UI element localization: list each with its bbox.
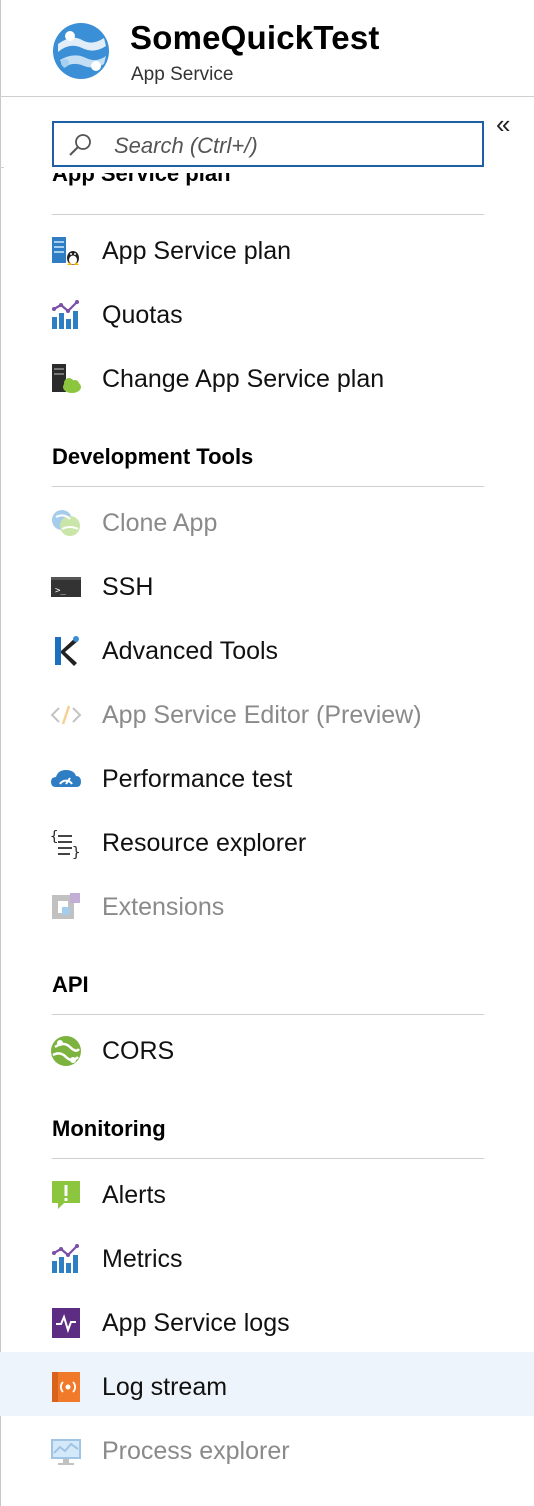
app-subtitle: App Service	[131, 64, 234, 85]
menu-item-label: Resource explorer	[102, 829, 307, 857]
svg-text:{: {	[50, 829, 58, 845]
app-service-globe-icon	[53, 23, 109, 79]
chart-icon	[52, 300, 79, 329]
header-divider-stub	[0, 97, 4, 168]
search-placeholder: Search (Ctrl+/)	[114, 133, 258, 158]
menu-item-clone-app[interactable]: Clone App	[0, 491, 534, 555]
terminal-icon: >_	[51, 577, 81, 597]
menu-item-resource-explorer[interactable]: { } Resource explorer	[0, 811, 534, 875]
menu-item-label: Quotas	[102, 301, 183, 329]
braces-list-icon: { }	[50, 829, 80, 859]
menu-item-app-service-logs[interactable]: App Service logs	[0, 1291, 534, 1355]
resource-menu: App Service plan App Service plan Quotas…	[0, 167, 534, 1506]
section-title-app-service-plan: App Service plan	[52, 167, 231, 186]
server-cloud-icon	[52, 364, 81, 393]
menu-item-ssh[interactable]: >_ SSH	[0, 555, 534, 619]
menu-item-advanced-tools[interactable]: Advanced Tools	[0, 619, 534, 683]
menu-item-quotas[interactable]: Quotas	[0, 283, 534, 347]
menu-item-label: App Service Editor (Preview)	[102, 701, 422, 729]
resource-header: SomeQuickTest App Service	[0, 0, 534, 97]
svg-text:}: }	[72, 845, 80, 859]
menu-item-label: Process explorer	[102, 1437, 290, 1465]
section-divider	[52, 1158, 484, 1159]
chart-icon	[52, 1244, 79, 1273]
menu-item-label: Clone App	[102, 509, 218, 537]
svg-text:>_: >_	[55, 586, 66, 596]
log-stream-icon	[52, 1372, 80, 1402]
menu-item-label: CORS	[102, 1037, 175, 1065]
search-icon	[69, 134, 91, 156]
menu-item-extensions[interactable]: Extensions	[0, 875, 534, 939]
app-title: SomeQuickTest	[130, 19, 380, 56]
menu-item-label: Extensions	[102, 893, 225, 921]
server-linux-icon	[52, 237, 79, 265]
menu-item-label: Change App Service plan	[102, 365, 385, 393]
menu-item-label: Metrics	[102, 1245, 183, 1273]
code-icon	[50, 705, 82, 725]
section-divider	[52, 1014, 484, 1015]
menu-item-label: Performance test	[102, 765, 293, 793]
menu-item-change-app-service-plan[interactable]: Change App Service plan	[0, 347, 534, 411]
cors-globe-icon	[51, 1036, 81, 1066]
monitor-icon	[51, 1439, 81, 1465]
cloud-gauge-icon	[51, 770, 81, 787]
menu-item-app-service-editor[interactable]: App Service Editor (Preview)	[0, 683, 534, 747]
section-title-api: API	[52, 972, 89, 997]
section-title-development-tools: Development Tools	[52, 444, 254, 469]
menu-item-log-stream[interactable]: Log stream	[0, 1352, 534, 1416]
kudu-icon	[55, 636, 79, 666]
menu-item-label: App Service plan	[102, 237, 292, 265]
alert-icon	[52, 1181, 80, 1209]
menu-item-metrics[interactable]: Metrics	[0, 1227, 534, 1291]
menu-item-label: App Service logs	[102, 1309, 290, 1337]
collapse-menu-button[interactable]: «	[496, 110, 510, 138]
clone-icon	[52, 510, 80, 536]
menu-item-label: Log stream	[102, 1373, 228, 1401]
menu-item-app-service-plan[interactable]: App Service plan	[0, 219, 534, 283]
search-input[interactable]: Search (Ctrl+/)	[52, 121, 484, 167]
menu-item-label: Advanced Tools	[102, 637, 279, 665]
menu-item-cors[interactable]: CORS	[0, 1019, 534, 1083]
section-divider	[52, 486, 484, 487]
section-divider	[52, 214, 484, 215]
menu-item-process-explorer[interactable]: Process explorer	[0, 1419, 534, 1483]
menu-item-label: SSH	[102, 573, 154, 601]
pulse-log-icon	[52, 1308, 80, 1338]
menu-item-performance-test[interactable]: Performance test	[0, 747, 534, 811]
section-title-monitoring: Monitoring	[52, 1116, 166, 1141]
menu-item-alerts[interactable]: Alerts	[0, 1163, 534, 1227]
menu-item-label: Alerts	[102, 1181, 166, 1209]
extension-icon	[52, 893, 80, 919]
